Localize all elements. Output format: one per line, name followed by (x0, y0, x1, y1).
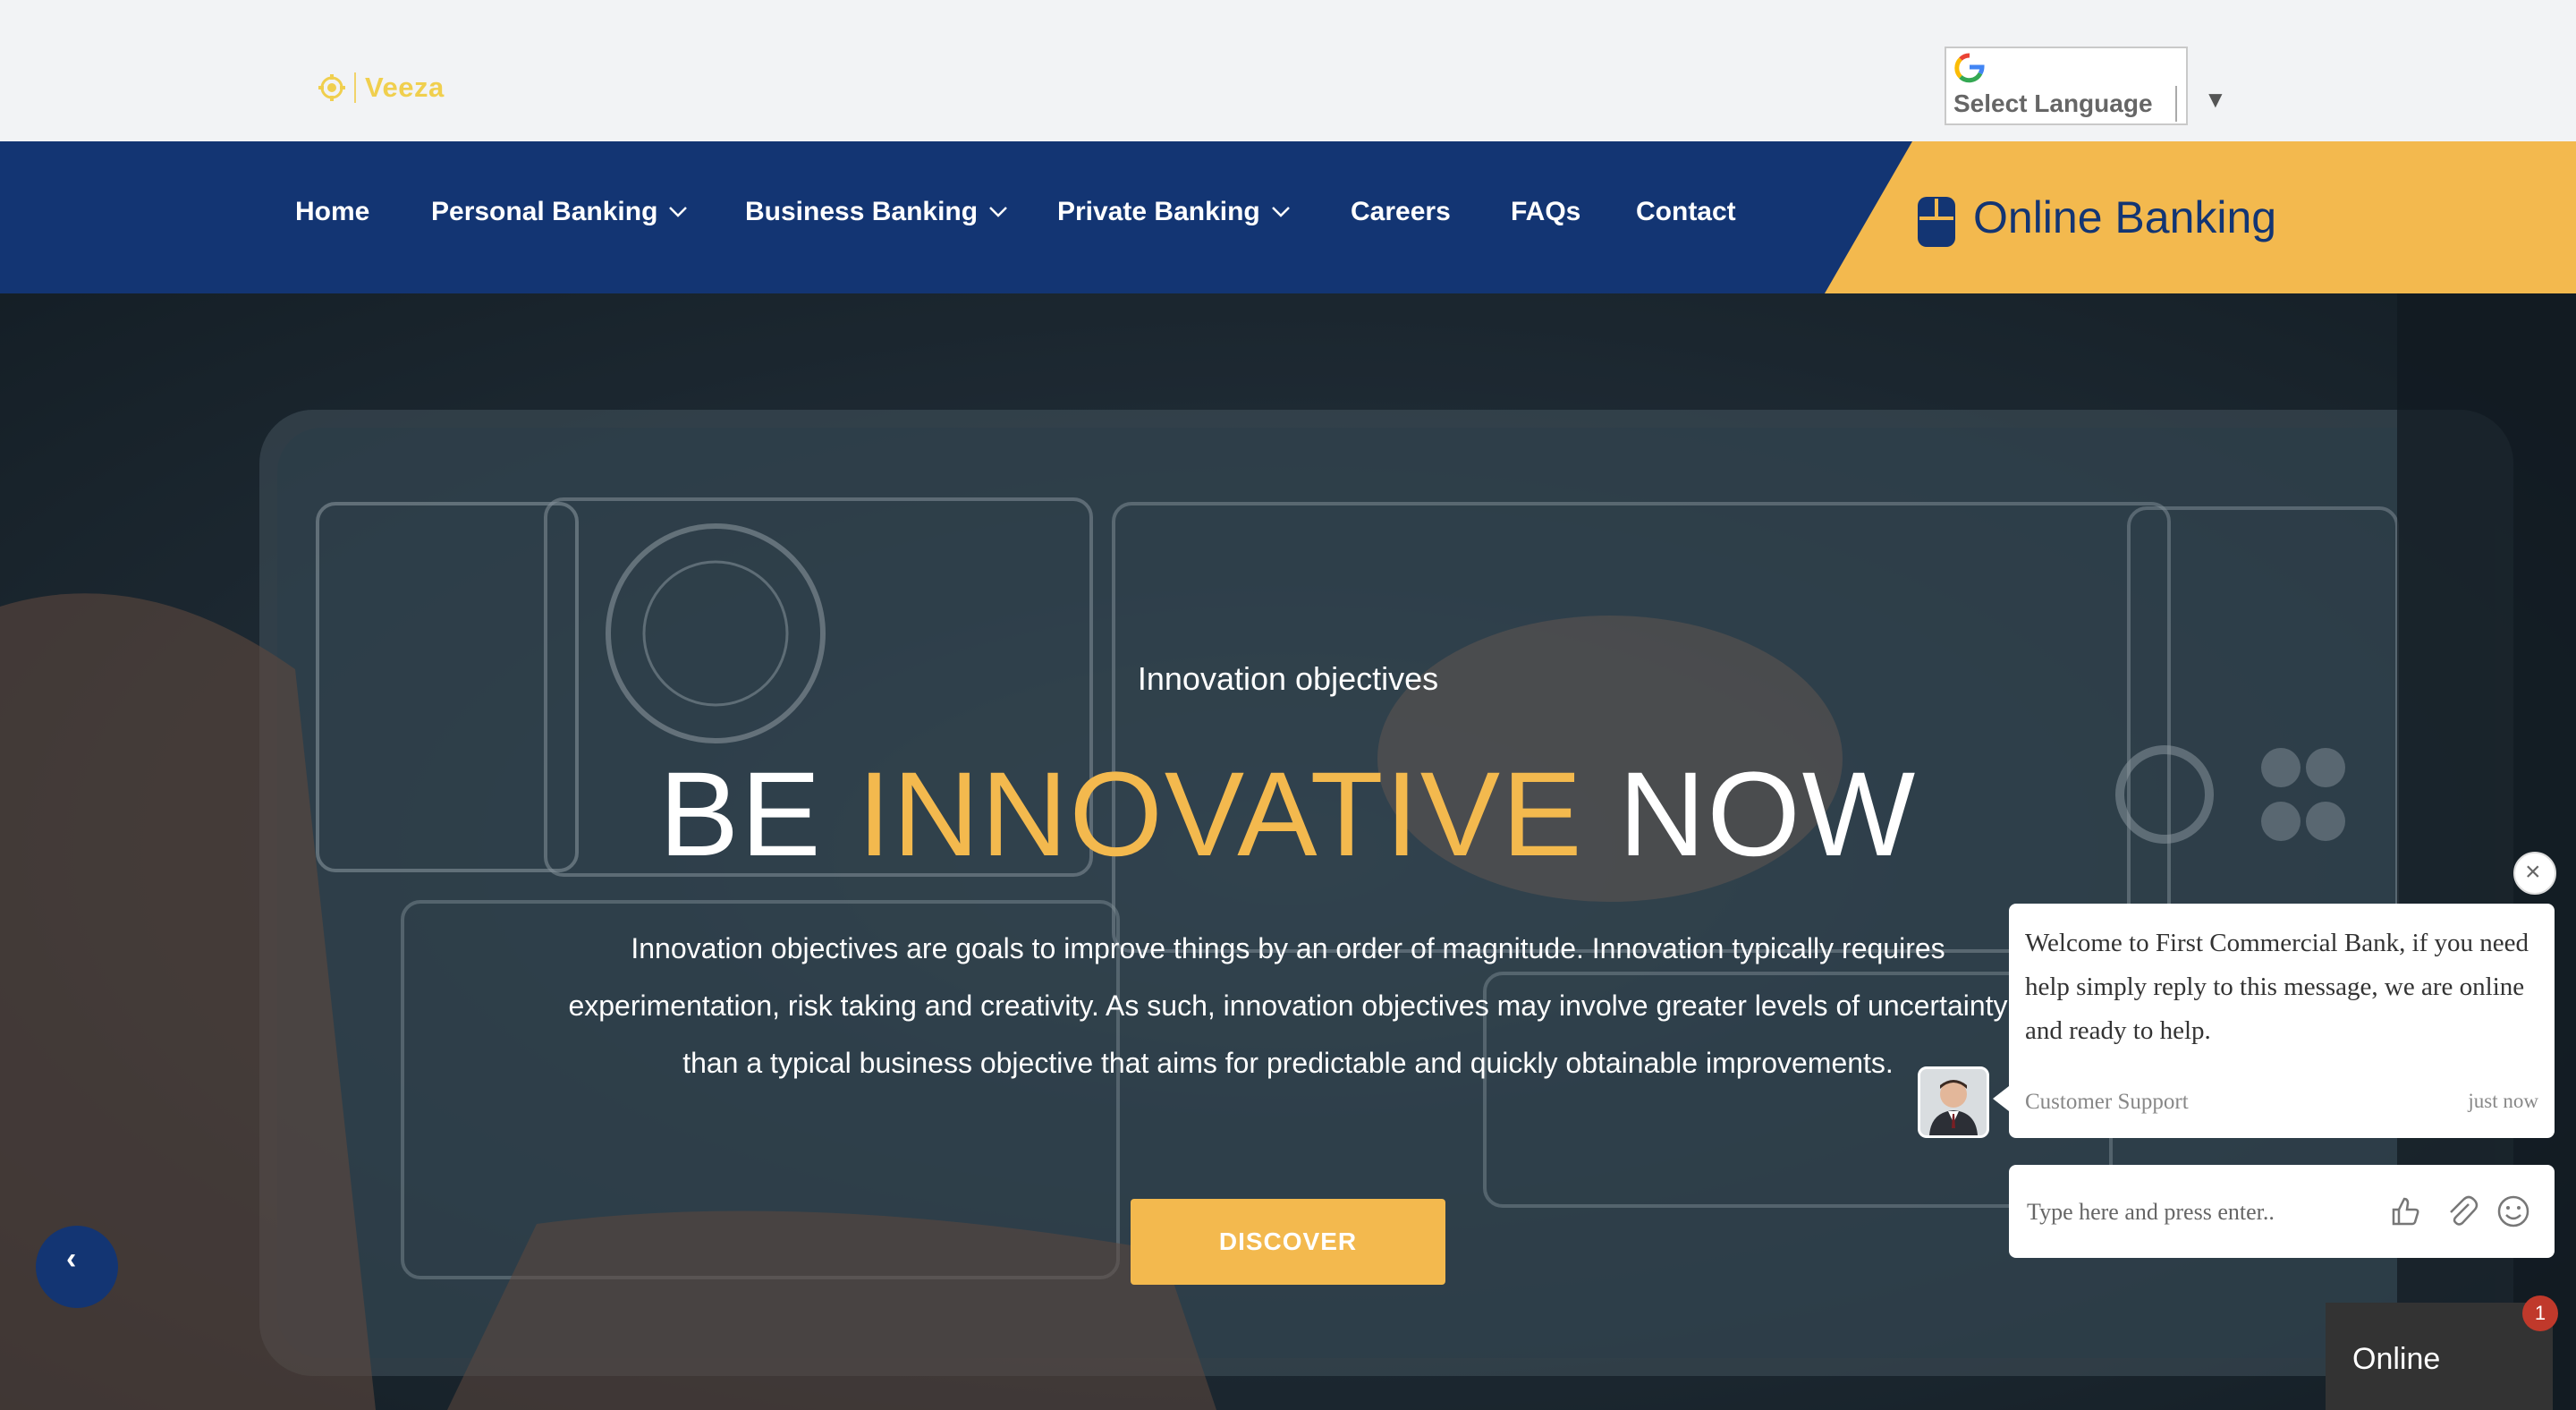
language-label: Select Language (1953, 89, 2153, 117)
chat-message-input[interactable] (2025, 1192, 2368, 1233)
support-avatar (1918, 1066, 1989, 1138)
unread-badge: 1 (2522, 1295, 2558, 1331)
hero-title: BE INNOVATIVE NOW (0, 746, 2576, 883)
google-g-icon (1954, 53, 1985, 83)
chat-bubble-tail (1993, 1086, 2009, 1111)
hero-title-accent: INNOVATIVE (857, 748, 1584, 881)
online-banking-icon (1918, 197, 1955, 247)
discover-button[interactable]: DISCOVER (1131, 1199, 1445, 1285)
dropdown-arrow-icon[interactable]: ▼ (2204, 86, 2227, 114)
chat-timestamp: just now (2468, 1090, 2538, 1112)
chat-status-tab[interactable]: Online (2326, 1303, 2553, 1410)
chat-status-label: Online (2352, 1342, 2441, 1376)
nav-home[interactable]: Home (295, 197, 369, 227)
language-divider (2175, 86, 2177, 122)
logo-divider (354, 72, 356, 103)
close-icon: × (2525, 857, 2541, 887)
nav-label: Home (295, 197, 370, 226)
nav-business-banking[interactable]: Business Banking (745, 197, 1008, 227)
chevron-down-icon (1271, 207, 1290, 217)
logo-text: Veeza (365, 72, 445, 103)
nav-careers[interactable]: Careers (1351, 197, 1451, 227)
chevron-down-icon (989, 207, 1007, 217)
nav-label: FAQs (1511, 197, 1581, 226)
hero-description: Innovation objectives are goals to impro… (568, 932, 2008, 1079)
nav-faqs[interactable]: FAQs (1511, 197, 1580, 227)
nav-contact[interactable]: Contact (1636, 197, 1736, 227)
veeza-logo-icon (318, 74, 345, 101)
hero-title-part1: BE (658, 748, 823, 881)
avatar-image (1920, 1069, 1987, 1135)
chevron-down-icon (669, 207, 688, 217)
nav-label: Business Banking (745, 197, 979, 226)
chat-close-button[interactable]: × (2513, 852, 2556, 895)
nav-personal-banking[interactable]: Personal Banking (431, 197, 688, 227)
chat-sender: Customer Support (2025, 1090, 2189, 1114)
nav-label: Careers (1351, 197, 1451, 226)
chevron-left-icon: ‹ (66, 1242, 77, 1276)
nav-private-banking[interactable]: Private Banking (1057, 197, 1291, 227)
hero-title-part2: NOW (1618, 748, 1918, 881)
chat-message-text: Welcome to First Commercial Bank, if you… (2025, 929, 2529, 1045)
nav-label: Contact (1636, 197, 1736, 226)
language-selector[interactable]: Select Language ▼ (1945, 47, 2227, 125)
nav-label: Private Banking (1057, 197, 1260, 226)
chat-message-bubble: Welcome to First Commercial Bank, if you… (2009, 904, 2555, 1138)
nav-label: Personal Banking (431, 197, 658, 226)
slider-prev-button[interactable]: ‹ (36, 1226, 118, 1308)
thumbs-up-icon[interactable] (2388, 1193, 2424, 1229)
top-bar: Veeza Select Language ▼ (0, 0, 2576, 141)
online-banking-link[interactable]: Online Banking (1973, 191, 2276, 243)
hero-subtitle: Innovation objectives (1137, 660, 1439, 697)
smiley-icon[interactable] (2496, 1193, 2531, 1229)
chat-input-box (2009, 1165, 2555, 1258)
site-logo[interactable]: Veeza (318, 72, 445, 104)
paperclip-icon[interactable] (2444, 1193, 2479, 1229)
